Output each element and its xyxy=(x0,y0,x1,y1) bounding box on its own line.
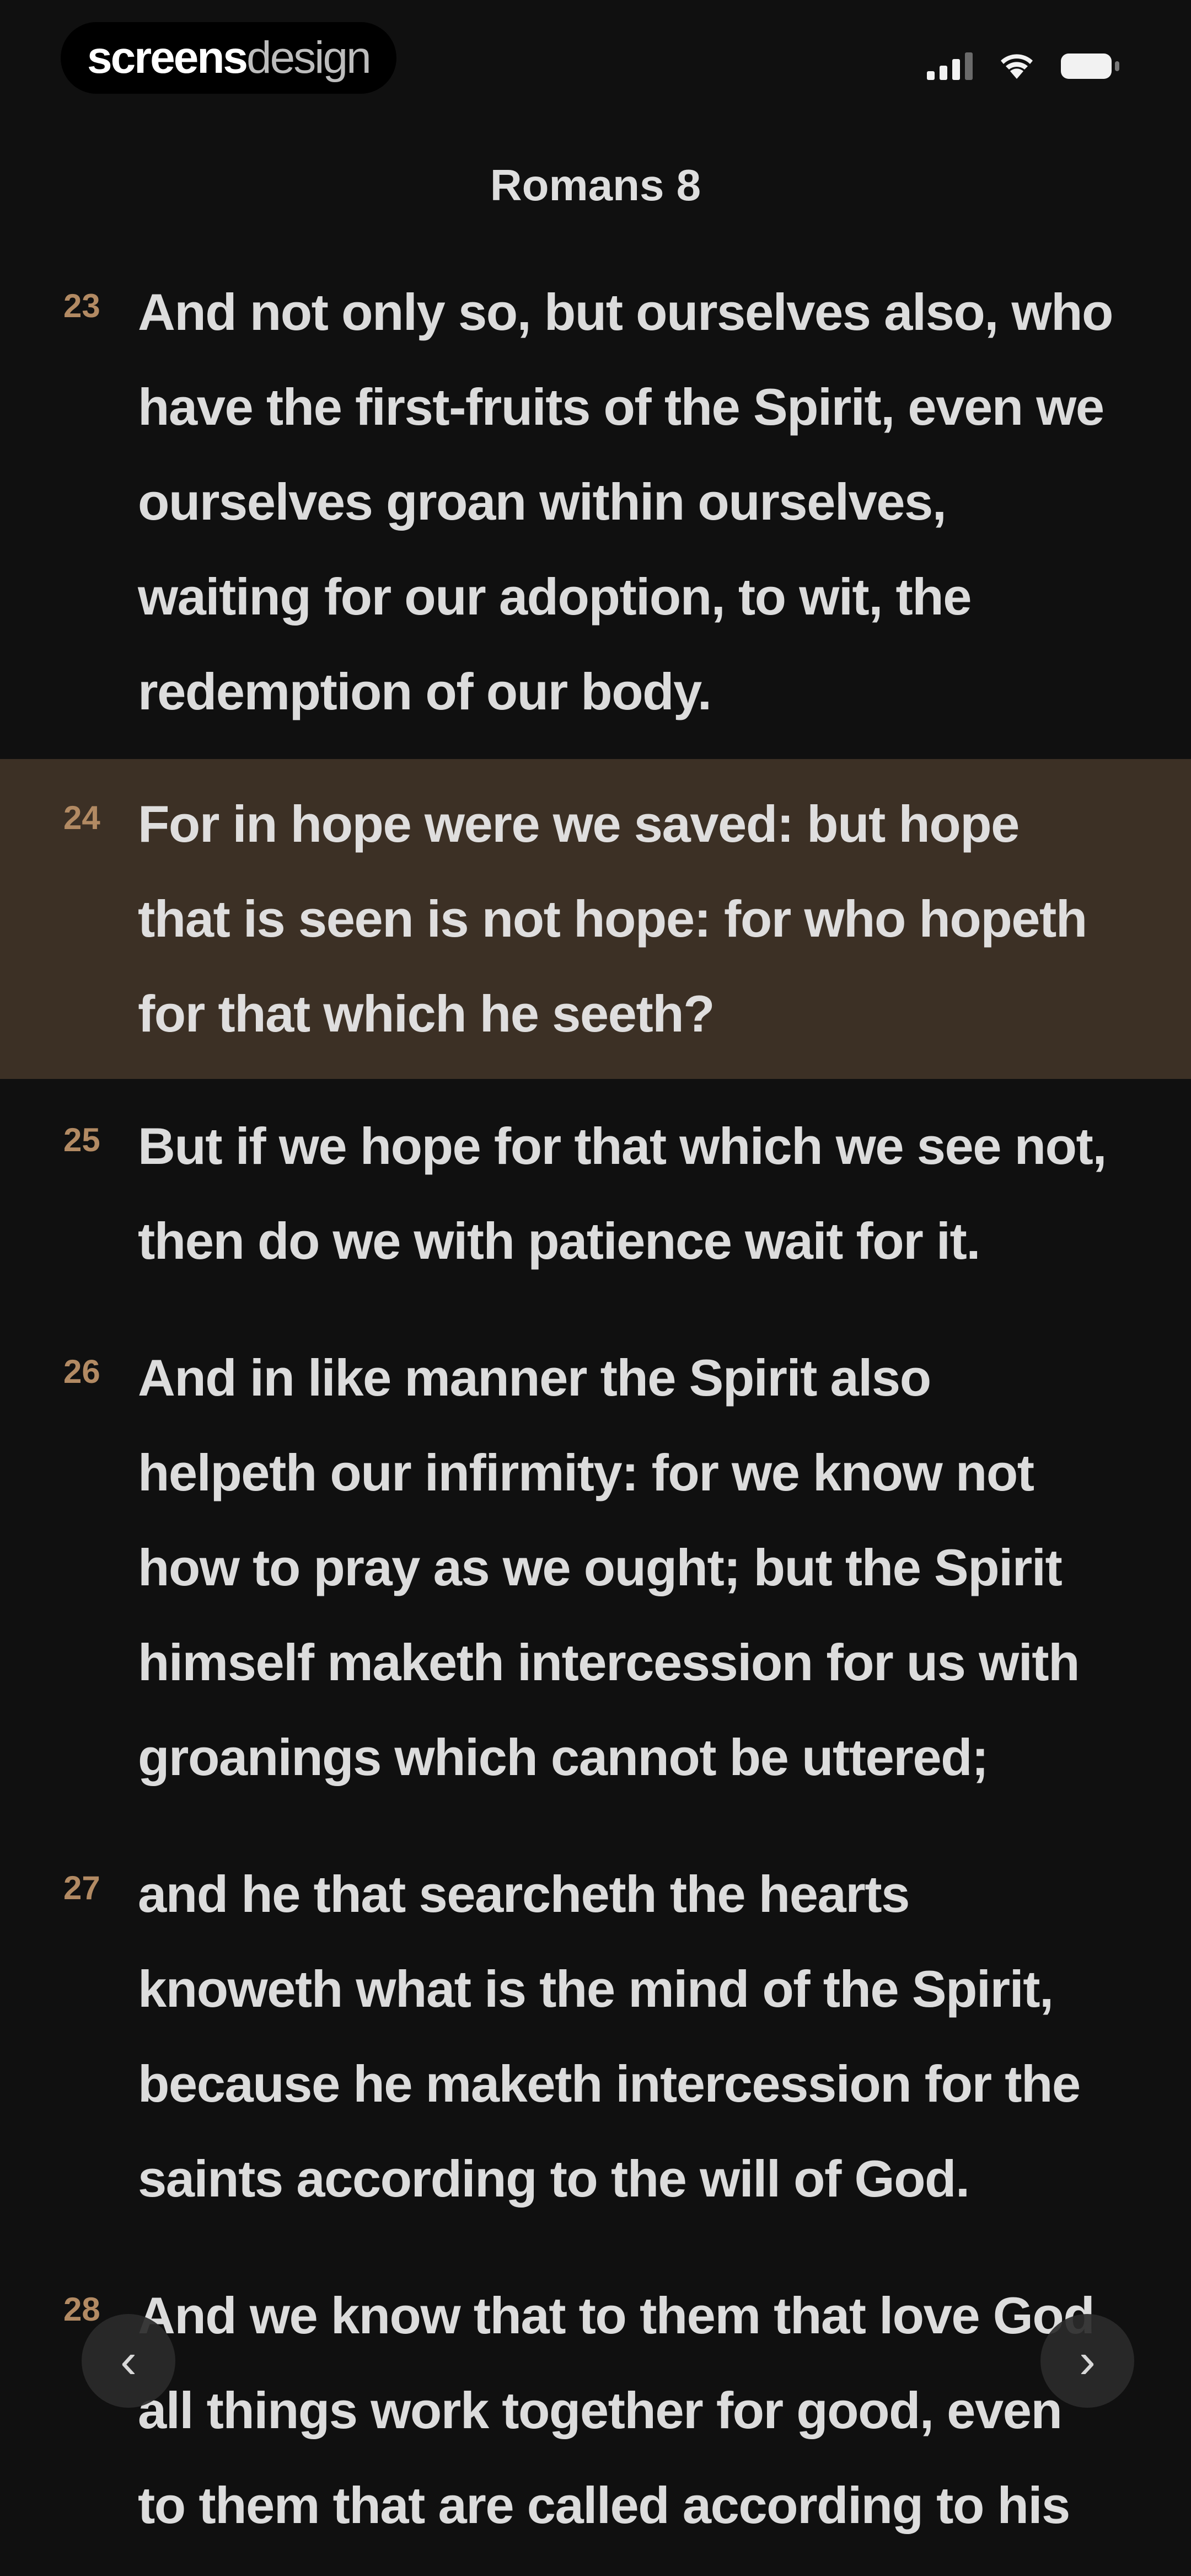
chevron-right-icon: › xyxy=(1079,2333,1096,2388)
brand-logo-light: design xyxy=(246,33,372,83)
status-bar: screens design xyxy=(0,0,1191,127)
verse-text: For in hope were we saved: but hope that… xyxy=(138,795,1087,1043)
verse-text: And in like manner the Spirit also helpe… xyxy=(138,1349,1080,1786)
previous-chapter-button[interactable]: ‹ xyxy=(82,2314,175,2408)
verse-26[interactable]: 26 And in like manner the Spirit also he… xyxy=(0,1330,1191,1805)
chevron-left-icon: ‹ xyxy=(120,2333,137,2388)
verse-text: and he that searcheth the hearts knoweth… xyxy=(138,1865,1081,2208)
next-chapter-button[interactable]: › xyxy=(1040,2314,1134,2408)
verse-24[interactable]: 24 For in hope were we saved: but hope t… xyxy=(0,759,1191,1079)
verse-list: 23 And not only so, but ourselves also, … xyxy=(0,265,1191,2576)
wifi-icon xyxy=(999,52,1034,80)
verse-25[interactable]: 25 But if we hope for that which we see … xyxy=(0,1099,1191,1289)
verse-text: And we know that to them that love God a… xyxy=(138,2286,1095,2534)
verse-27[interactable]: 27 and he that searcheth the hearts know… xyxy=(0,1847,1191,2226)
verse-number: 27 xyxy=(63,1869,100,1906)
battery-icon xyxy=(1061,54,1119,79)
verse-number: 26 xyxy=(63,1353,100,1390)
status-icons xyxy=(927,44,1119,88)
verse-23[interactable]: 23 And not only so, but ourselves also, … xyxy=(0,265,1191,739)
verse-number: 23 xyxy=(63,287,100,324)
signal-icon xyxy=(927,52,973,80)
verse-number: 25 xyxy=(63,1121,100,1158)
verse-text: And not only so, but ourselves also, who… xyxy=(138,283,1113,720)
verse-28[interactable]: 28 And we know that to them that love Go… xyxy=(0,2268,1191,2553)
brand-logo: screens design xyxy=(61,22,396,94)
chapter-title: Romans 8 xyxy=(490,161,701,210)
verse-text: But if we hope for that which we see not… xyxy=(138,1117,1107,1270)
verse-number: 24 xyxy=(63,799,100,836)
brand-logo-bold: screens xyxy=(87,33,248,83)
